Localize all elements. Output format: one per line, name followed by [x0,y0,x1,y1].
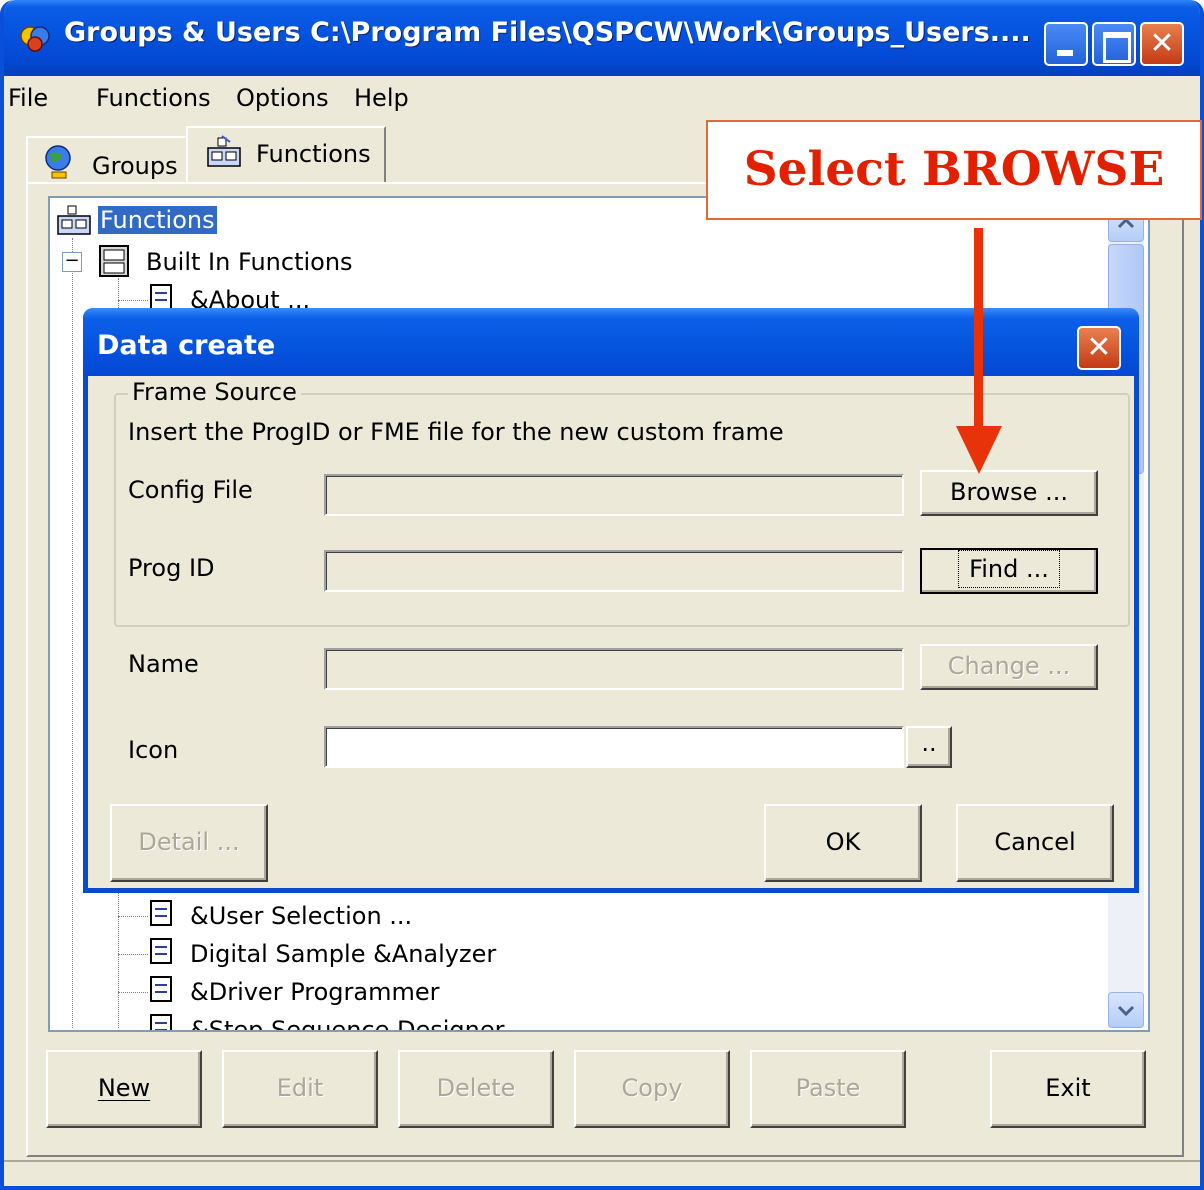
app-icon [20,26,50,52]
change-button-label: Change ... [947,652,1071,680]
scroll-down-button[interactable] [1108,992,1144,1028]
edit-button-label: Edit [276,1074,324,1102]
status-bar [4,1160,1200,1186]
name-field[interactable] [324,648,904,690]
icon-browse-label: .. [921,729,937,757]
tree-group-built-in[interactable]: Built In Functions [146,248,353,276]
find-button[interactable]: Find ... [920,548,1098,594]
delete-button-label: Delete [436,1074,516,1102]
tree-item-driver-programmer[interactable]: &Driver Programmer [190,978,439,1006]
maximize-button[interactable] [1092,22,1136,66]
cancel-button[interactable]: Cancel [956,804,1114,882]
document-icon [150,900,172,926]
tree-item-user-selection[interactable]: &User Selection ... [190,902,412,930]
close-button[interactable]: ✕ [1140,22,1184,66]
annotation-callout: Select BROWSE [706,120,1202,220]
tree-line [118,300,148,301]
find-button-label: Find ... [958,550,1060,588]
prog-id-field[interactable] [324,550,904,592]
name-label: Name [128,650,199,678]
ok-button[interactable]: OK [764,804,922,882]
paste-button[interactable]: Paste [750,1050,906,1128]
browse-button-label: Browse ... [950,478,1068,506]
minimize-button[interactable] [1044,22,1088,66]
new-button[interactable]: New [46,1050,202,1128]
tree-root-functions[interactable]: Functions [98,206,217,234]
config-file-field[interactable] [324,474,904,516]
document-icon [150,284,172,310]
change-button[interactable]: Change ... [920,644,1098,690]
tab-groups[interactable]: Groups [26,136,188,184]
icon-field[interactable] [324,726,904,768]
chevron-down-icon [1117,1005,1135,1017]
edit-button[interactable]: Edit [222,1050,378,1128]
tab-functions-label: Functions [256,140,371,168]
close-icon: ✕ [1086,330,1112,365]
dialog-title: Data create [97,330,276,361]
tree-line [118,992,148,993]
functions-icon [207,135,241,167]
delete-button[interactable]: Delete [398,1050,554,1128]
new-button-label: New [97,1074,151,1102]
tab-functions[interactable]: Functions [186,126,386,184]
menu-file[interactable]: File [8,84,48,112]
menu-options[interactable]: Options [236,84,329,112]
detail-button[interactable]: Detail ... [110,804,268,882]
instruction-text: Insert the ProgID or FME file for the ne… [128,418,784,446]
cabinet-icon [99,245,129,277]
detail-button-label: Detail ... [138,828,240,856]
title-bar[interactable]: Groups & Users C:\Program Files\QSPCW\Wo… [4,0,1200,76]
tree-line [118,916,148,917]
menu-bar: File Functions Options Help [4,78,1200,122]
tree-line [72,238,73,1028]
menu-help[interactable]: Help [354,84,409,112]
globe-user-icon [45,145,71,179]
copy-button-label: Copy [621,1074,683,1102]
document-icon [150,976,172,1002]
window-title: Groups & Users C:\Program Files\QSPCW\Wo… [64,17,1031,48]
collapse-icon[interactable]: − [62,252,82,272]
dialog-close-button[interactable]: ✕ [1077,326,1121,370]
paste-button-label: Paste [795,1074,861,1102]
prog-id-label: Prog ID [128,554,215,582]
tree-line [118,1030,148,1031]
browse-button[interactable]: Browse ... [920,470,1098,516]
functions-root-icon [57,205,91,235]
exit-button-label: Exit [1045,1074,1091,1102]
ok-button-label: OK [825,828,861,856]
menu-functions[interactable]: Functions [96,84,211,112]
tree-item-digital-sample-analyzer[interactable]: Digital Sample &Analyzer [190,940,496,968]
config-file-label: Config File [128,476,253,504]
copy-button[interactable]: Copy [574,1050,730,1128]
tab-groups-label: Groups [92,152,178,180]
tree-line [118,954,148,955]
icon-browse-button[interactable]: .. [906,726,952,768]
icon-label: Icon [128,736,179,764]
cancel-button-label: Cancel [994,828,1076,856]
close-icon: ✕ [1149,26,1175,61]
tree-item-step-sequence-designer[interactable]: &Step Sequence Designer [190,1016,505,1030]
annotation-arrow-shaft [974,228,983,428]
exit-button[interactable]: Exit [990,1050,1146,1128]
frame-source-legend: Frame Source [128,378,301,406]
document-icon [150,1014,172,1030]
document-icon [150,938,172,964]
annotation-arrow-head [956,426,1002,474]
